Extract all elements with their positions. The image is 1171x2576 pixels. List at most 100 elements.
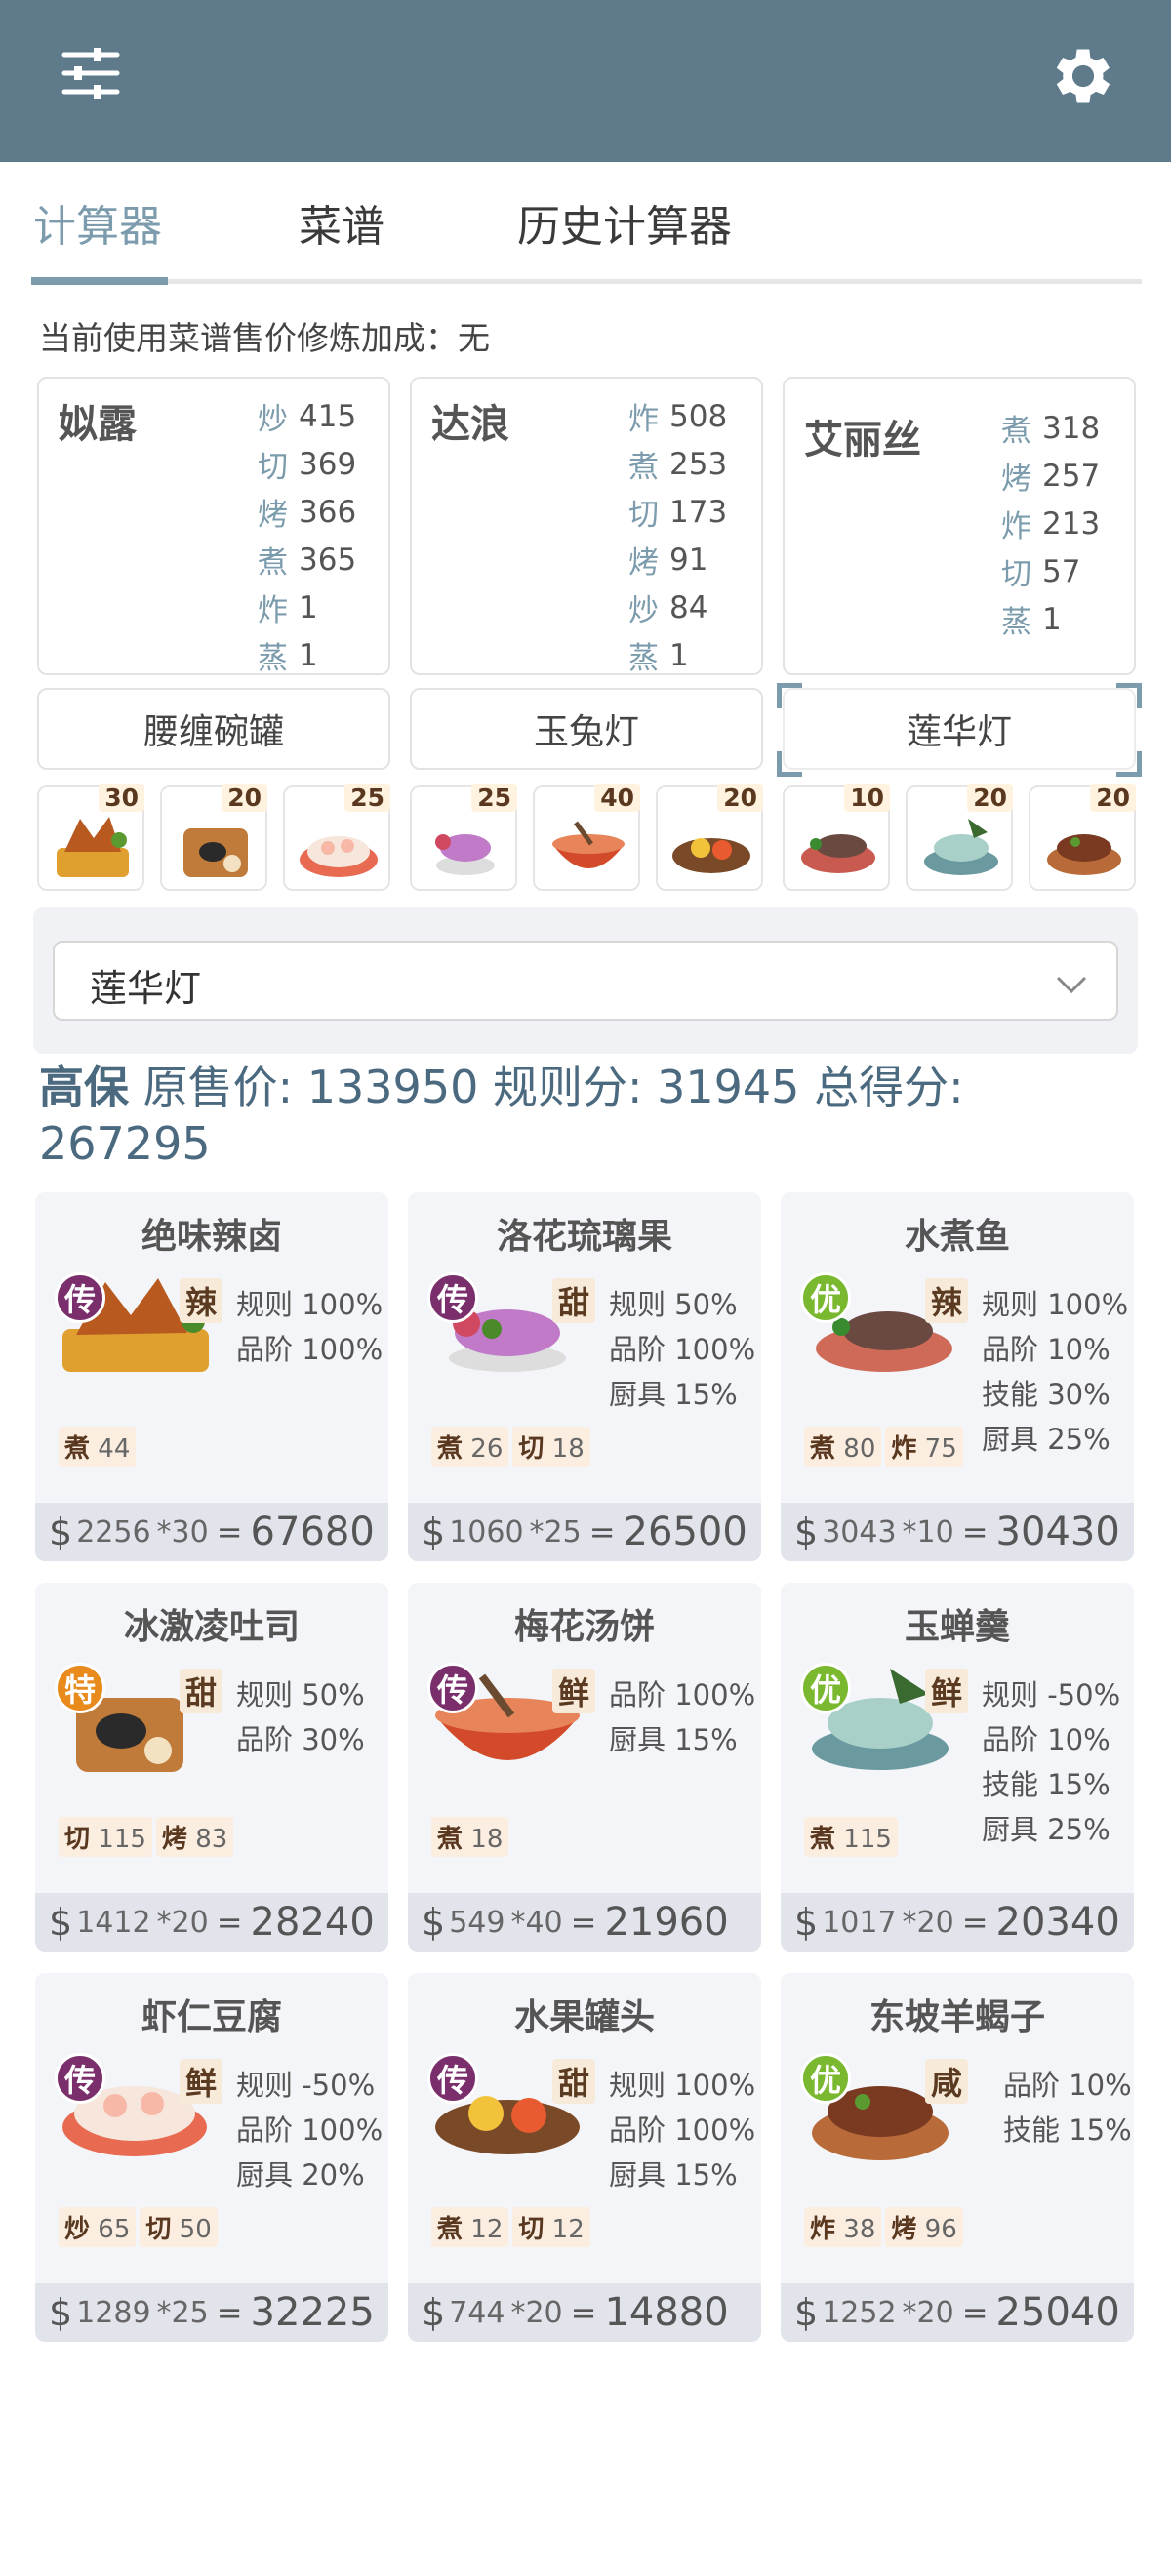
recipe-name: 绝味辣卤 <box>141 1217 282 1257</box>
skill-requirement: 炸 75 <box>885 1427 963 1467</box>
requirement-skill: 炸 <box>810 2215 836 2244</box>
rank-badge: 特 <box>55 1663 105 1713</box>
dish-thumbnail[interactable]: 40 <box>533 784 640 891</box>
recipe-card[interactable]: 洛花琉璃果传甜规则 50% 品阶 100% 厨具 15% 煮 26 切 18 $1060 *… <box>408 1192 761 1561</box>
recipe-card[interactable]: 东坡羊蝎子优咸品阶 10% 技能 15% 炸 38 烤 96 $1252 *20 = 2504… <box>781 1973 1134 2342</box>
recipe-name: 梅花汤饼 <box>513 1607 655 1647</box>
unit-price: 3043 <box>822 1514 897 1550</box>
requirement-skill: 切 <box>145 2215 172 2244</box>
dollar-icon: $ <box>49 1510 73 1553</box>
flavor-badge: 鲜 <box>180 2059 223 2104</box>
boiled-fish-icon <box>801 834 875 873</box>
skill-value: 257 <box>1042 458 1101 494</box>
skill-value: 91 <box>669 542 708 578</box>
dish-thumbnail[interactable]: 20 <box>160 784 267 891</box>
cicada-soup-icon <box>924 819 998 875</box>
skill-requirements: 煮 18 <box>431 1817 509 1857</box>
selection-corner <box>777 751 802 777</box>
recipe-card[interactable]: 绝味辣卤传 辣规则 100% 品阶 100% 煮 44 $2256 *30 = 67680 <box>35 1192 388 1561</box>
rank-badge: 传 <box>427 1272 478 1323</box>
price-bonus-text: 当前使用菜谱售价修炼加成：无 <box>39 319 490 357</box>
recipe-card[interactable]: 虾仁豆腐传鲜规则 -50% 品阶 100% 厨具 20% 炒 65 切 50 $1289 *… <box>35 1973 388 2342</box>
tab-recipes[interactable]: 菜谱 <box>299 191 384 254</box>
skill-label: 烤 <box>258 498 288 533</box>
bonus-row: 技能 15% <box>1003 2113 1132 2147</box>
recipe-total: 14880 <box>604 2290 729 2335</box>
skill-requirement: 烤 96 <box>885 2207 963 2247</box>
equipment-button[interactable]: 腰缠碗罐 <box>37 688 390 770</box>
rank-badge: 优 <box>800 1663 851 1713</box>
equipment-select[interactable]: 莲华灯 <box>53 941 1118 1021</box>
bonus-row: 厨具 15% <box>609 1723 738 1756</box>
equals-sign: = <box>216 1513 243 1550</box>
requirement-value: 12 <box>470 2215 504 2244</box>
skill-value: 1 <box>1042 601 1062 637</box>
recipe-card[interactable]: 冰激凌吐司特甜规则 50% 品阶 30% 切 115 烤 83 $1412 *20 = 282… <box>35 1583 388 1952</box>
skill-label: 蒸 <box>628 641 659 676</box>
bonus-row: 规则 50% <box>609 1288 738 1321</box>
skill-value: 1 <box>669 637 689 673</box>
equals-sign: = <box>961 1513 989 1550</box>
quantity: *30 <box>156 1514 209 1550</box>
selection-corner <box>1116 683 1142 708</box>
quantity: *25 <box>529 1514 582 1550</box>
selection-corner <box>1116 751 1142 777</box>
bonus-row: 厨具 25% <box>982 1813 1110 1846</box>
flavor-badge: 甜 <box>180 1669 223 1713</box>
equals-sign: = <box>570 1904 597 1941</box>
requirement-value: 26 <box>470 1434 504 1464</box>
recipe-card[interactable]: 玉蝉羹优 鲜规则 -50% 品阶 10% 技能 15% 厨具 25% 煮 115 $1017… <box>781 1583 1134 1952</box>
tab-history-calculator[interactable]: 历史计算器 <box>517 191 732 254</box>
price-bar: $744 *20 = 14880 <box>408 2283 761 2342</box>
sliders-icon[interactable] <box>57 39 125 107</box>
skill-requirement: 煮 80 <box>804 1427 882 1467</box>
dish-thumbnail[interactable]: 20 <box>906 784 1013 891</box>
chef-card[interactable]: 姒露 炒 415 切 369 烤 366 煮 365 炸1 蒸1 <box>37 377 390 676</box>
skill-label: 煮 <box>258 545 288 581</box>
requirement-value: 83 <box>195 1825 228 1854</box>
chef-name: 姒露 <box>59 402 137 447</box>
recipe-card[interactable]: 水果罐头传甜规则 100% 品阶 100% 厨具 15% 煮 12 切 12 $744 *2… <box>408 1973 761 2342</box>
quantity: *20 <box>902 2295 954 2330</box>
skill-value: 508 <box>669 398 728 434</box>
gear-icon[interactable] <box>1046 39 1120 113</box>
dollar-icon: $ <box>422 1901 446 1944</box>
dish-thumbnail[interactable]: 25 <box>283 784 390 891</box>
recipe-card[interactable]: 水煮鱼优辣规则 100% 品阶 10% 技能 30% 厨具 25% 煮 80 炸 75 $3… <box>781 1192 1134 1561</box>
recipe-total: 20340 <box>995 1900 1120 1945</box>
recipe-name: 玉蝉羹 <box>904 1607 1010 1647</box>
skill-label: 炸 <box>628 402 659 437</box>
dish-quantity: 25 <box>344 784 390 812</box>
chef-card[interactable]: 达浪 炸 508 煮 253 切 173 烤 91 炒 84 蒸1 <box>410 377 763 676</box>
dish-quantity: 20 <box>1090 784 1136 812</box>
dish-thumbnail[interactable]: 20 <box>1029 784 1136 891</box>
recipe-card[interactable]: 梅花汤饼传 鲜品阶 100% 厨具 15% 煮 18 $549 *40 = 21960 <box>408 1583 761 1952</box>
recipe-name: 水果罐头 <box>513 1997 655 2037</box>
dish-thumbnail[interactable]: 20 <box>656 784 763 891</box>
tab-bar: 计算器 菜谱 历史计算器 <box>0 162 1171 289</box>
skill-requirements: 煮 44 <box>59 1427 137 1467</box>
skill-value: 84 <box>669 589 708 625</box>
fruit-can-icon <box>672 838 750 873</box>
quantity: *40 <box>510 1905 563 1940</box>
recipe-bonuses: 规则 100% 品阶 100% 厨具 15% <box>609 2063 755 2197</box>
dish-thumbnail[interactable]: 25 <box>410 784 517 891</box>
dish-thumbnail[interactable]: 30 <box>37 784 144 891</box>
equipment-button-selected[interactable]: 莲华灯 <box>783 688 1136 770</box>
flavor-badge: 咸 <box>925 2059 969 2104</box>
requirement-skill: 烤 <box>161 1825 187 1854</box>
skill-requirements: 煮 80 炸 75 <box>804 1427 963 1467</box>
recipe-bonuses: 品阶 100% 厨具 15% <box>609 1672 755 1762</box>
dollar-icon: $ <box>422 2291 446 2334</box>
flavor-badge: 鲜 <box>925 1669 969 1713</box>
requirement-value: 115 <box>98 1825 146 1854</box>
skill-requirements: 炒 65 切 50 <box>59 2207 218 2247</box>
equipment-button[interactable]: 玉兔灯 <box>410 688 763 770</box>
dish-thumbnail[interactable]: 10 <box>783 784 890 891</box>
equals-sign: = <box>961 1904 989 1941</box>
unit-price: 549 <box>449 1905 505 1940</box>
recipe-bonuses: 品阶 10% 技能 15% <box>1003 2063 1132 2153</box>
skill-requirement: 煮 44 <box>59 1427 137 1467</box>
chef-card[interactable]: 艾丽丝 煮 318 烤 257 炸 213 切 57 蒸1 <box>783 377 1136 675</box>
tab-calculator[interactable]: 计算器 <box>33 191 162 254</box>
